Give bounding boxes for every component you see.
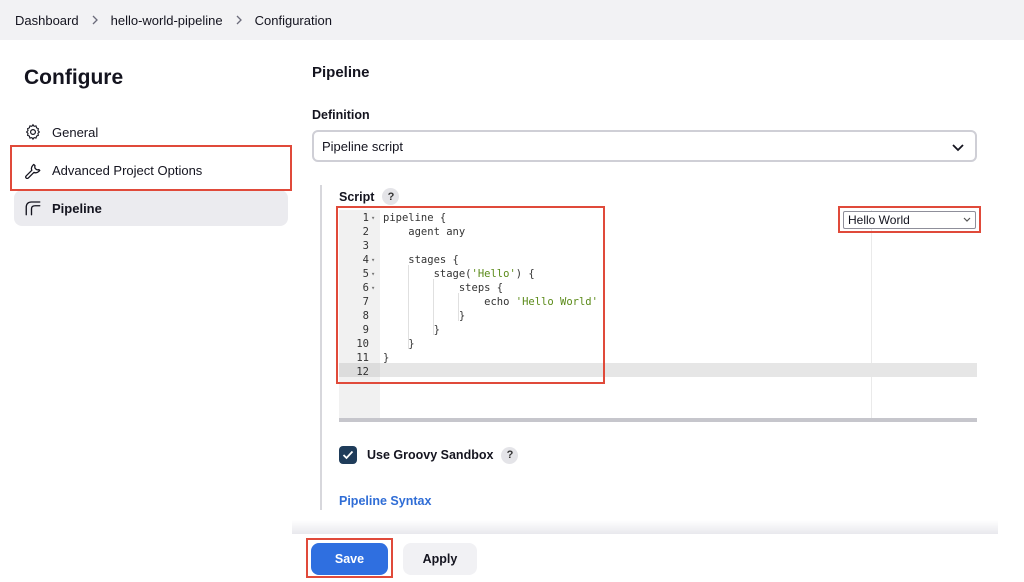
sidebar-item-label: Pipeline: [52, 200, 102, 216]
section-title: Pipeline: [312, 64, 370, 81]
sidebar-item-label: General: [52, 124, 99, 140]
breadcrumb-dashboard[interactable]: Dashboard: [15, 13, 79, 28]
breadcrumb-job[interactable]: hello-world-pipeline: [111, 13, 223, 28]
chevron-right-icon: [91, 15, 99, 25]
apply-button[interactable]: Apply: [403, 543, 477, 575]
sidebar: Configure General Advanced Project Optio…: [0, 40, 300, 582]
definition-label: Definition: [312, 108, 370, 122]
highlight-box: [336, 206, 605, 384]
gear-icon: [24, 123, 42, 141]
definition-select[interactable]: Pipeline script: [312, 130, 977, 162]
highlight-box: [838, 206, 981, 233]
chevron-down-icon: [951, 140, 965, 157]
sidebar-item-pipeline[interactable]: Pipeline: [14, 190, 288, 226]
groovy-sandbox-label: Use Groovy Sandbox: [367, 448, 494, 462]
fieldset-indent-line: [320, 185, 322, 510]
chevron-right-icon: [235, 15, 243, 25]
highlight-box: [10, 145, 292, 191]
groovy-sandbox-checkbox[interactable]: [339, 446, 357, 464]
highlight-box: [306, 538, 393, 578]
pipeline-syntax-link[interactable]: Pipeline Syntax: [339, 494, 431, 508]
check-icon: [342, 450, 354, 460]
groovy-sandbox-option: Use Groovy Sandbox ?: [339, 446, 519, 464]
definition-select-value: Pipeline script: [322, 138, 403, 154]
sidebar-title: Configure: [24, 66, 124, 89]
script-label-text: Script: [339, 189, 375, 204]
script-label: Script ?: [339, 188, 400, 205]
bottom-bar-shadow: [292, 520, 998, 534]
help-icon[interactable]: ?: [501, 446, 519, 464]
breadcrumb: Dashboard hello-world-pipeline Configura…: [0, 0, 1024, 40]
pipeline-icon: [24, 199, 42, 217]
help-icon[interactable]: ?: [382, 188, 400, 205]
breadcrumb-configuration[interactable]: Configuration: [255, 13, 332, 28]
